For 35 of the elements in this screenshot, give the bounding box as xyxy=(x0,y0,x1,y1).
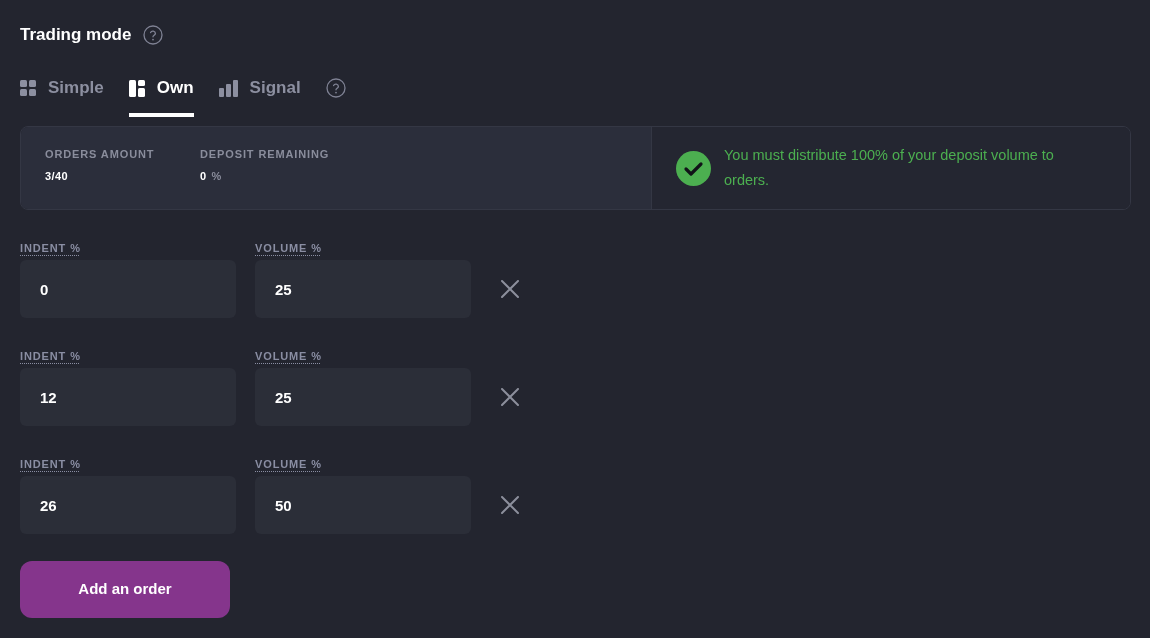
help-icon[interactable] xyxy=(143,25,164,45)
volume-input[interactable]: 25 xyxy=(255,260,471,318)
grid-icon xyxy=(20,80,36,96)
field-label: VOLUME % xyxy=(255,457,322,472)
volume-input[interactable]: 25 xyxy=(255,368,471,426)
field-label: VOLUME % xyxy=(255,241,322,256)
add-order-button[interactable]: Add an order xyxy=(20,561,230,618)
bar-chart-icon xyxy=(218,79,238,97)
section-title: Trading mode xyxy=(20,24,132,46)
indent-input[interactable]: 0 xyxy=(20,260,236,318)
volume-input[interactable]: 50 xyxy=(255,476,471,534)
mode-tab[interactable]: Signal xyxy=(218,70,301,117)
layout-icon xyxy=(128,79,145,97)
remove-order-button[interactable] xyxy=(499,494,521,516)
close-icon xyxy=(501,280,519,298)
stat-value: 0 xyxy=(200,169,207,183)
remove-order-button[interactable] xyxy=(499,278,521,300)
field-label: INDENT % xyxy=(20,457,81,472)
field-label: INDENT % xyxy=(20,241,81,256)
remove-order-button[interactable] xyxy=(499,386,521,408)
help-icon[interactable] xyxy=(325,78,346,98)
mode-tab[interactable]: Own xyxy=(128,70,194,117)
close-icon xyxy=(501,496,519,514)
close-icon xyxy=(501,388,519,406)
field-label: INDENT % xyxy=(20,349,81,364)
stat-unit: % xyxy=(211,169,222,183)
indent-input[interactable]: 12 xyxy=(20,368,236,426)
field-label: VOLUME % xyxy=(255,349,322,364)
stat-value: 3/40 xyxy=(45,169,69,183)
stat-label: ORDERS AMOUNT xyxy=(45,147,156,161)
mode-tab[interactable]: Simple xyxy=(20,70,104,117)
check-circle-icon xyxy=(676,150,711,186)
notice-text: You must distribute 100% of your deposit volume to orders. xyxy=(724,146,1055,190)
indent-input[interactable]: 26 xyxy=(20,476,236,534)
stat-label: DEPOSIT REMAINING xyxy=(200,147,330,161)
